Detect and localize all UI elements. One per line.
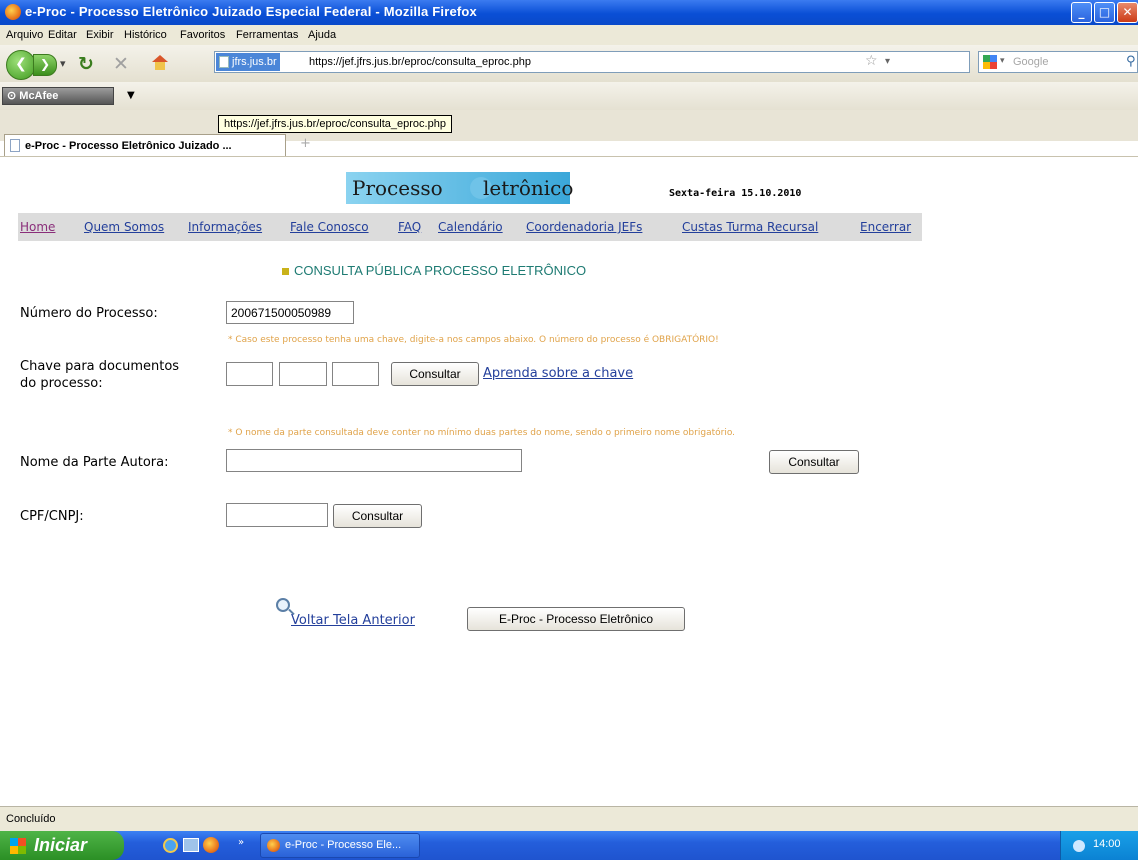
- search-placeholder[interactable]: Google: [1013, 56, 1048, 68]
- menu-ajuda[interactable]: Ajuda: [308, 29, 336, 41]
- nav-faq[interactable]: FAQ: [398, 220, 421, 234]
- cpf-cnpj-input[interactable]: [226, 503, 328, 527]
- cpf-cnpj-label: CPF/CNPJ:: [20, 509, 84, 524]
- site-identity-badge[interactable]: jfrs.jus.br: [216, 53, 280, 71]
- bullet-icon: [282, 268, 289, 276]
- mcafee-button[interactable]: ⊙ McAfee: [2, 87, 114, 105]
- menu-editar[interactable]: Editar: [48, 29, 77, 41]
- back-link[interactable]: Voltar Tela Anterior: [291, 613, 415, 628]
- stop-icon[interactable]: ✕: [113, 53, 129, 75]
- address-bar[interactable]: jfrs.jus.br https://jef.jfrs.jus.br/epro…: [214, 51, 970, 73]
- firefox-quicklaunch-icon[interactable]: [203, 837, 219, 853]
- menu-favoritos[interactable]: Favoritos: [180, 29, 225, 41]
- back-arrow-icon[interactable]: ❮: [6, 50, 36, 80]
- close-button[interactable]: ✕: [1117, 2, 1138, 23]
- page-title: CONSULTA PÚBLICA PROCESSO ELETRÔNICO: [282, 263, 586, 278]
- menu-historico[interactable]: Histórico: [124, 29, 167, 41]
- key-label-line2: do processo:: [20, 376, 103, 391]
- mcafee-label: McAfee: [19, 90, 59, 102]
- start-button[interactable]: Iniciar: [0, 831, 124, 860]
- quicklaunch-more-icon[interactable]: »: [238, 837, 244, 848]
- show-desktop-icon[interactable]: [183, 838, 199, 852]
- history-dropdown-icon[interactable]: ▾: [60, 57, 66, 70]
- bookmark-star-icon[interactable]: ☆: [865, 53, 878, 69]
- process-number-label: Número do Processo:: [20, 306, 158, 321]
- taskbar-window-button[interactable]: e-Proc - Processo Ele...: [260, 833, 420, 858]
- page-content: [0, 156, 1138, 807]
- search-icon[interactable]: ⚲: [1126, 54, 1136, 69]
- key-hint-text: * Caso este processo tenha uma chave, di…: [228, 335, 719, 345]
- start-label: Iniciar: [34, 835, 88, 855]
- logo-text-part1: Processo: [352, 176, 443, 200]
- status-bar: Concluído: [0, 806, 1138, 832]
- key-part3-input[interactable]: [332, 362, 379, 386]
- volume-icon[interactable]: [1073, 840, 1085, 852]
- party-name-input[interactable]: [226, 449, 522, 472]
- menu-arquivo[interactable]: Arquivo: [6, 29, 43, 41]
- nav-informacoes[interactable]: Informações: [188, 220, 262, 234]
- nav-coordenadoria-jefs[interactable]: Coordenadoria JEFs: [526, 220, 642, 234]
- window-title-bar: e-Proc - Processo Eletrônico Juizado Esp…: [0, 0, 1138, 25]
- name-hint-text: * O nome da parte consultada deve conter…: [228, 428, 736, 438]
- process-number-input[interactable]: [226, 301, 354, 324]
- mcafee-toolbar: ⊙ McAfee ▼: [0, 82, 1138, 110]
- cpf-consultar-button[interactable]: Consultar: [333, 504, 422, 528]
- firefox-task-icon: [267, 839, 280, 852]
- menu-exibir[interactable]: Exibir: [86, 29, 114, 41]
- key-consultar-button[interactable]: Consultar: [391, 362, 479, 386]
- logo-text-part2: letrônico: [483, 176, 574, 200]
- forward-arrow-icon[interactable]: ❯: [33, 54, 57, 76]
- menu-bar: Arquivo Editar Exibir Histórico Favorito…: [0, 25, 1138, 45]
- menu-ferramentas[interactable]: Ferramentas: [236, 29, 298, 41]
- tab-eproc[interactable]: e-Proc - Processo Eletrônico Juizado ...: [4, 134, 286, 156]
- nav-custas-turma-recursal[interactable]: Custas Turma Recursal: [682, 220, 818, 234]
- windows-flag-icon: [10, 838, 26, 854]
- party-name-consultar-button[interactable]: Consultar: [769, 450, 859, 474]
- page-icon: [10, 139, 20, 152]
- google-icon[interactable]: [983, 55, 997, 69]
- firefox-icon: [5, 4, 21, 20]
- key-part1-input[interactable]: [226, 362, 273, 386]
- magnifier-icon: [276, 598, 290, 612]
- key-part2-input[interactable]: [279, 362, 327, 386]
- page-title-text: CONSULTA PÚBLICA PROCESSO ELETRÔNICO: [294, 263, 587, 278]
- nav-home[interactable]: Home: [20, 220, 55, 234]
- minimize-button[interactable]: _: [1071, 2, 1092, 23]
- url-dropdown-icon[interactable]: ▾: [885, 56, 890, 67]
- url-tooltip: https://jef.jfrs.jus.br/eproc/consulta_e…: [218, 115, 452, 133]
- mcafee-dropdown-icon[interactable]: ▼: [127, 90, 135, 101]
- url-text[interactable]: https://jef.jfrs.jus.br/eproc/consulta_e…: [309, 56, 531, 68]
- eproc-button[interactable]: E-Proc - Processo Eletrônico: [467, 607, 685, 631]
- search-engine-dropdown-icon[interactable]: ▾: [1000, 56, 1005, 66]
- reload-icon[interactable]: ↻: [78, 53, 94, 75]
- search-bar[interactable]: ▾ Google: [978, 51, 1138, 73]
- eproc-logo: Processo letrônico: [346, 172, 574, 204]
- clock: 14:00: [1093, 838, 1121, 850]
- current-date: Sexta-feira 15.10.2010: [669, 188, 802, 199]
- key-label-line1: Chave para documentos: [20, 359, 180, 374]
- maximize-button[interactable]: □: [1094, 2, 1115, 23]
- nav-quem-somos[interactable]: Quem Somos: [84, 220, 164, 234]
- home-icon[interactable]: [151, 55, 169, 71]
- nav-calendario[interactable]: Calendário: [438, 220, 503, 234]
- taskbar-window-label: e-Proc - Processo Ele...: [285, 839, 402, 851]
- party-name-label: Nome da Parte Autora:: [20, 455, 169, 470]
- internet-explorer-icon[interactable]: [163, 838, 178, 853]
- site-navigation: Home Quem Somos Informações Fale Conosco…: [18, 213, 922, 241]
- new-tab-icon[interactable]: +: [300, 136, 311, 151]
- nav-encerrar[interactable]: Encerrar: [860, 220, 911, 234]
- status-text: Concluído: [6, 813, 56, 825]
- window-title: e-Proc - Processo Eletrônico Juizado Esp…: [25, 4, 477, 19]
- tab-title: e-Proc - Processo Eletrônico Juizado ...: [25, 140, 232, 152]
- system-tray: 14:00: [1060, 831, 1138, 860]
- learn-about-key-link[interactable]: Aprenda sobre a chave: [483, 366, 633, 381]
- nav-fale-conosco[interactable]: Fale Conosco: [290, 220, 369, 234]
